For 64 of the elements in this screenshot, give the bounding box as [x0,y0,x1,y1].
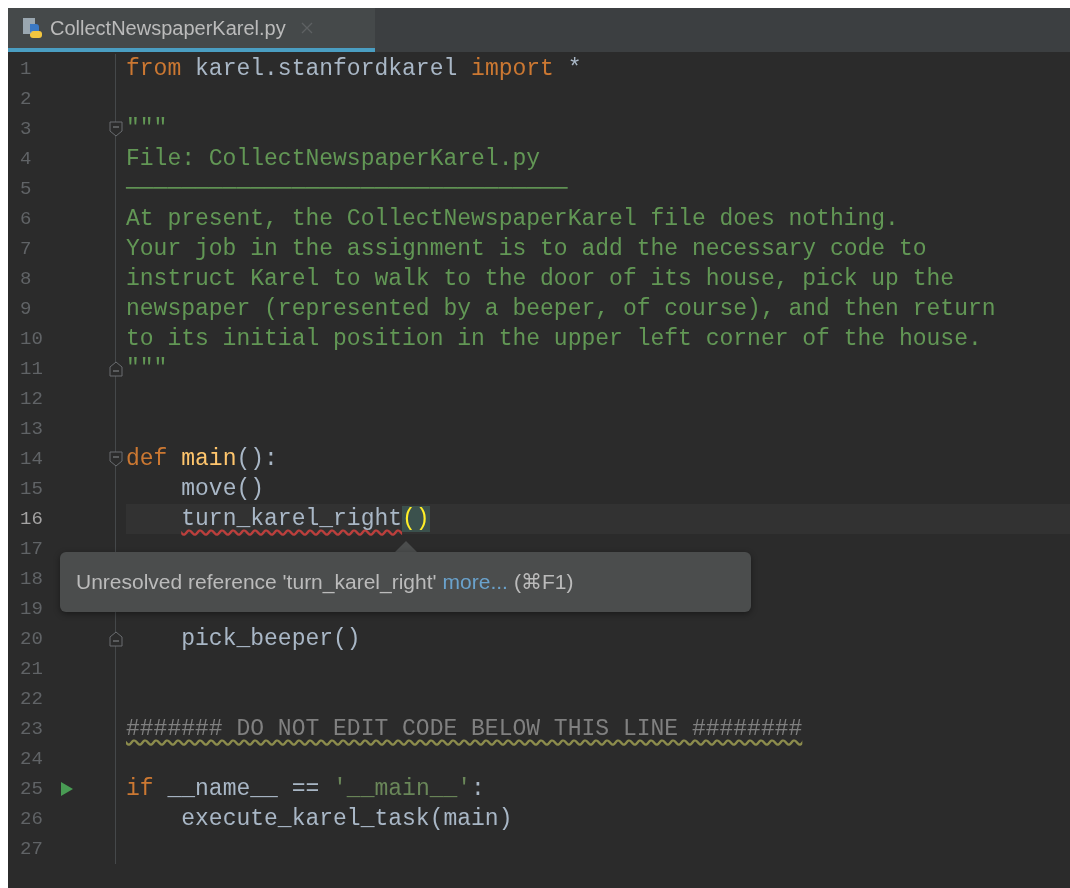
line-number: 11 [19,356,44,382]
code-text: karel.stanfordkarel [195,56,459,82]
line-number: 22 [19,686,44,712]
code-text: * [567,56,582,82]
code-text: if [126,776,154,802]
line-number: 14 [19,446,44,472]
line-number: 26 [19,806,44,832]
tooltip-message: Unresolved reference 'turn_karel_right' [76,569,437,596]
code-text: def [126,446,168,472]
code-text: main [181,446,237,472]
line-number: 7 [19,236,33,262]
code-text: to its initial position in the upper left corner of the house. [126,326,982,352]
run-icon[interactable] [60,781,74,797]
line-number: 3 [19,116,33,142]
code-text: (): [236,446,278,472]
line-number: 21 [19,656,44,682]
code-text: newspaper (represented by a beeper, of course), and then return [126,296,996,322]
code-text: At present, the CollectNewspaperKarel file does nothing. [126,206,899,232]
code-text: : [471,776,485,802]
line-number: 9 [19,296,33,322]
line-number: 27 [19,836,44,862]
line-number: 13 [19,416,44,442]
code-text: execute_karel_task(main) [181,806,513,832]
code-text: from [126,56,182,82]
fold-icon[interactable] [109,361,123,377]
line-number: 24 [19,746,44,772]
line-number: 8 [19,266,33,292]
more-link[interactable]: more... [442,566,508,598]
code-text: move() [181,476,265,502]
shortcut-hint: (⌘F1) [513,569,574,596]
line-number: 25 [19,776,44,802]
code-text: Your job in the assignment is to add the necessary code to [126,236,927,262]
line-number: 10 [19,326,44,352]
line-number: 6 [19,206,33,232]
line-number: 20 [19,626,44,652]
code-text: ──────────────────────────────── [126,176,568,202]
fold-icon[interactable] [109,631,123,647]
line-number: 18 [19,566,44,592]
code-text: '__main__' [333,776,472,802]
code-text: __name__ == [167,776,321,802]
code-text: """ [126,116,168,142]
line-number: 17 [19,536,44,562]
code-text: import [471,56,554,82]
fold-icon[interactable] [109,451,123,467]
code-text: """ [126,356,168,382]
code-text: File: CollectNewspaperKarel.py [126,146,541,172]
code-comment: ####### DO NOT EDIT CODE BELOW THIS LINE ######## [126,716,803,742]
code-text: turn_karel_right [181,506,403,532]
close-icon[interactable] [299,21,314,35]
line-number: 15 [19,476,44,502]
line-number: 2 [19,86,33,112]
code-text: instruct Karel to walk to the door of its house, pick up the [126,266,955,292]
file-tab[interactable]: CollectNewspaperKarel.py [8,8,375,52]
line-number: 23 [19,716,44,742]
code-text: () [402,506,430,532]
fold-icon[interactable] [109,121,123,137]
line-number: 19 [19,596,44,622]
line-number: 1 [19,56,33,82]
python-file-icon [22,17,44,39]
line-number: 5 [19,176,33,202]
code-text: pick_beeper() [181,626,361,652]
line-number: 16 [19,506,44,532]
line-number: 4 [19,146,33,172]
line-number: 12 [19,386,44,412]
